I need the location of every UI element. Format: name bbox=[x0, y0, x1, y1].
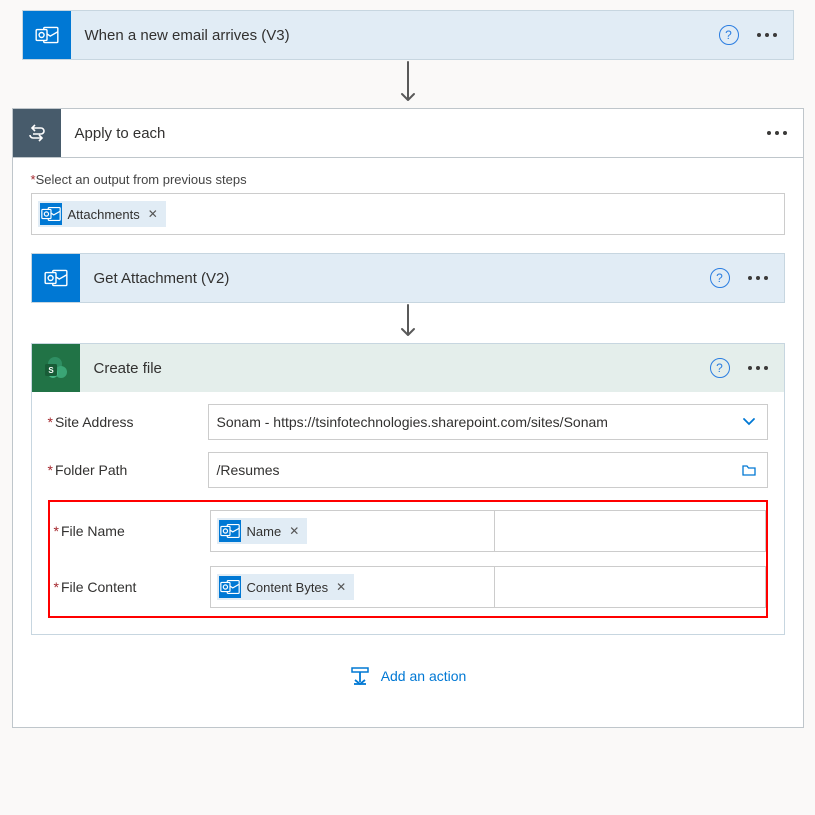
help-icon[interactable]: ? bbox=[719, 25, 739, 45]
folder-path-label: *Folder Path bbox=[48, 462, 208, 478]
apply-to-each-header[interactable]: Apply to each bbox=[13, 109, 803, 158]
folder-path-row: *Folder Path /Resumes bbox=[48, 452, 768, 488]
remove-token-icon[interactable]: ✕ bbox=[146, 207, 160, 221]
remove-token-icon[interactable]: ✕ bbox=[334, 580, 348, 594]
file-name-label: *File Name bbox=[50, 523, 210, 539]
select-output-label: *Select an output from previous steps bbox=[31, 172, 785, 187]
get-attachment-card[interactable]: Get Attachment (V2) ? bbox=[31, 253, 785, 303]
create-file-header[interactable]: S Create file ? bbox=[32, 344, 784, 392]
loop-icon bbox=[13, 109, 61, 157]
help-icon[interactable]: ? bbox=[710, 358, 730, 378]
file-content-label: *File Content bbox=[50, 579, 210, 595]
sharepoint-icon: S bbox=[32, 344, 80, 392]
file-name-row: *File Name bbox=[50, 510, 766, 552]
more-icon[interactable] bbox=[757, 33, 777, 37]
name-token[interactable]: Name ✕ bbox=[217, 518, 308, 544]
help-icon[interactable]: ? bbox=[710, 268, 730, 288]
outlook-icon bbox=[219, 576, 241, 598]
svg-text:S: S bbox=[48, 366, 54, 375]
site-address-input[interactable]: Sonam - https://tsinfotechnologies.share… bbox=[208, 404, 768, 440]
token-label: Content Bytes bbox=[247, 580, 329, 595]
apply-to-each-card: Apply to each *Select an output from pre… bbox=[12, 108, 804, 728]
trigger-header[interactable]: When a new email arrives (V3) ? bbox=[23, 11, 793, 59]
site-address-label: *Site Address bbox=[48, 414, 208, 430]
content-bytes-token[interactable]: Content Bytes ✕ bbox=[217, 574, 355, 600]
file-name-overflow[interactable] bbox=[494, 510, 766, 552]
more-icon[interactable] bbox=[748, 276, 768, 280]
trigger-title: When a new email arrives (V3) bbox=[71, 27, 719, 44]
folder-path-input[interactable]: /Resumes bbox=[208, 452, 768, 488]
file-content-overflow[interactable] bbox=[494, 566, 766, 608]
chevron-down-icon[interactable] bbox=[741, 413, 757, 432]
more-icon[interactable] bbox=[767, 131, 787, 135]
highlight-box: *File Name bbox=[48, 500, 768, 618]
more-icon[interactable] bbox=[748, 366, 768, 370]
arrow-icon bbox=[31, 303, 785, 343]
arrow-icon bbox=[0, 60, 815, 108]
site-address-value: Sonam - https://tsinfotechnologies.share… bbox=[217, 414, 608, 430]
remove-token-icon[interactable]: ✕ bbox=[287, 524, 301, 538]
file-content-input[interactable]: Content Bytes ✕ bbox=[210, 566, 494, 608]
outlook-icon bbox=[219, 520, 241, 542]
create-file-form: *Site Address Sonam - https://tsinfotech… bbox=[32, 392, 784, 634]
outlook-icon bbox=[32, 254, 80, 302]
folder-browse-icon[interactable] bbox=[741, 462, 757, 478]
outlook-icon bbox=[23, 11, 71, 59]
apply-title: Apply to each bbox=[61, 125, 767, 142]
token-label: Name bbox=[247, 524, 282, 539]
token-label: Attachments bbox=[68, 207, 140, 222]
get-attachment-title: Get Attachment (V2) bbox=[80, 270, 710, 287]
select-output-field[interactable]: Attachments ✕ bbox=[31, 193, 785, 235]
add-action-label: Add an action bbox=[381, 668, 467, 684]
create-file-card: S Create file ? *Site Address bbox=[31, 343, 785, 635]
outlook-icon bbox=[40, 203, 62, 225]
folder-path-value: /Resumes bbox=[217, 462, 280, 478]
add-action-icon bbox=[349, 665, 371, 687]
get-attachment-header[interactable]: Get Attachment (V2) ? bbox=[32, 254, 784, 302]
attachments-token[interactable]: Attachments ✕ bbox=[38, 201, 166, 227]
file-name-input[interactable]: Name ✕ bbox=[210, 510, 494, 552]
site-address-row: *Site Address Sonam - https://tsinfotech… bbox=[48, 404, 768, 440]
create-file-title: Create file bbox=[80, 360, 710, 377]
file-content-row: *File Content bbox=[50, 566, 766, 608]
trigger-card[interactable]: When a new email arrives (V3) ? bbox=[22, 10, 794, 60]
add-action-button[interactable]: Add an action bbox=[31, 635, 785, 709]
